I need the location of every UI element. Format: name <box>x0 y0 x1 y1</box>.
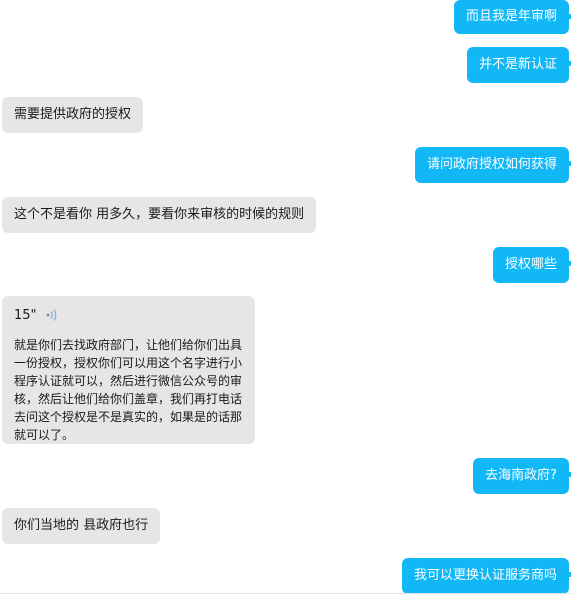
message-outgoing[interactable]: 去海南政府? <box>473 458 571 494</box>
message-outgoing[interactable]: 请问政府授权如何获得 <box>414 147 571 183</box>
chat-area: 而且我是年审啊 并不是新认证 需要提供政府的授权 请问政府授权如何获得 这个不是… <box>0 0 571 595</box>
message-text: 去海南政府? <box>485 468 557 483</box>
message-text: 授权哪些 <box>504 257 557 272</box>
message-incoming[interactable]: 你们当地的 县政府也行 <box>2 508 161 544</box>
voice-wave-icon <box>46 309 56 321</box>
message-incoming[interactable]: 需要提供政府的授权 <box>2 97 144 133</box>
message-text: 而且我是年审啊 <box>465 9 557 24</box>
message-outgoing[interactable]: 我可以更换认证服务商吗 <box>401 558 571 594</box>
voice-message[interactable]: 15" 就是你们去找政府部门，让他们给你们出具一份授权，授权你们可以用这个名字进… <box>2 296 255 444</box>
voice-duration: 15" <box>14 307 37 323</box>
message-text: 请问政府授权如何获得 <box>426 157 557 172</box>
message-text: 我可以更换认证服务商吗 <box>413 568 557 583</box>
message-text: 你们当地的 县政府也行 <box>14 518 149 533</box>
message-text: 这个不是看你 用多久，要看你来审核的时候的规则 <box>14 207 305 222</box>
divider <box>0 593 571 594</box>
message-text: 并不是新认证 <box>478 57 557 72</box>
message-text: 需要提供政府的授权 <box>14 107 132 122</box>
message-incoming[interactable]: 这个不是看你 用多久，要看你来审核的时候的规则 <box>2 197 317 233</box>
message-outgoing[interactable]: 授权哪些 <box>492 247 571 283</box>
message-outgoing[interactable]: 而且我是年审啊 <box>453 0 571 34</box>
voice-transcript: 就是你们去找政府部门，让他们给你们出具一份授权，授权你们可以用这个名字进行小程序… <box>14 338 243 442</box>
voice-message-header[interactable]: 15" <box>14 304 243 326</box>
message-outgoing[interactable]: 并不是新认证 <box>466 47 571 83</box>
